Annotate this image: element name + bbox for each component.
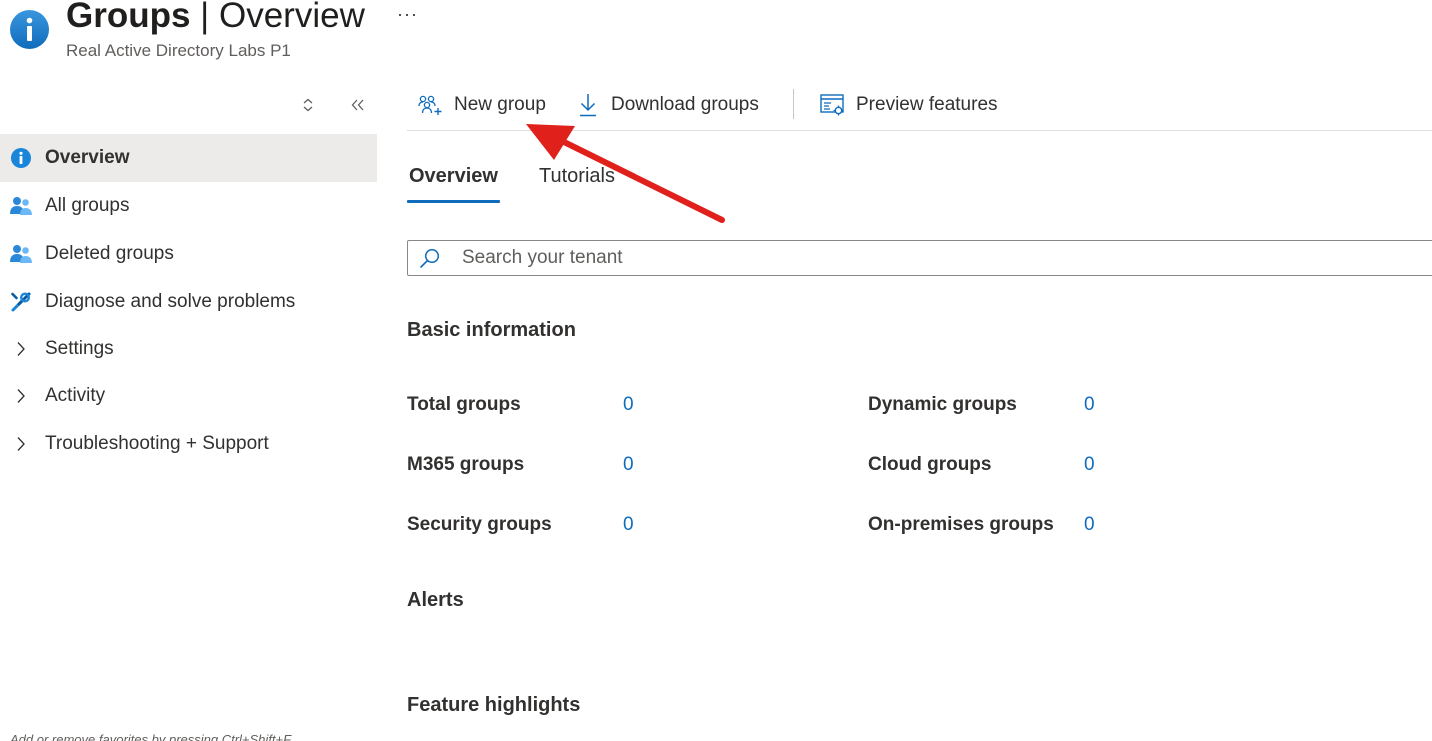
info-icon — [9, 146, 33, 170]
new-group-button[interactable]: New group — [418, 90, 546, 120]
on-premises-groups-label: On-premises groups — [868, 514, 1054, 535]
m365-groups-value[interactable]: 0 — [623, 454, 634, 476]
download-groups-label: Download groups — [611, 94, 759, 115]
more-options-button[interactable]: ··· — [397, 4, 418, 25]
groups-info-icon — [10, 10, 49, 49]
chevron-right-icon — [9, 337, 33, 361]
chevron-right-icon — [9, 384, 33, 408]
sidebar-item-label: Deleted groups — [45, 243, 174, 264]
sidebar-item-overview[interactable]: Overview — [0, 134, 377, 182]
download-icon — [575, 92, 601, 118]
search-icon — [418, 246, 442, 270]
wrench-icon — [9, 290, 33, 314]
alerts-heading: Alerts — [407, 589, 464, 611]
sidebar-item-label: All groups — [45, 195, 130, 216]
command-bar: New group Download groups Preview featur… — [407, 80, 1432, 131]
cloud-groups-value[interactable]: 0 — [1084, 454, 1095, 476]
dynamic-groups-value[interactable]: 0 — [1084, 394, 1095, 416]
download-groups-button[interactable]: Download groups — [575, 90, 759, 120]
collapse-sidebar-icon[interactable] — [346, 93, 370, 117]
sidebar-item-all-groups[interactable]: All groups — [0, 182, 377, 230]
security-groups-value[interactable]: 0 — [623, 514, 634, 536]
sidebar-item-troubleshooting[interactable]: Troubleshooting + Support — [0, 420, 377, 468]
sort-icon[interactable] — [296, 93, 320, 117]
sidebar-nav: Overview All groups Deleted groups Diagn… — [0, 134, 377, 468]
new-group-icon — [418, 92, 444, 118]
group-icon — [9, 242, 33, 266]
sidebar-item-label: Troubleshooting + Support — [45, 433, 269, 454]
sidebar-item-settings[interactable]: Settings — [0, 325, 377, 372]
tab-tutorials[interactable]: Tutorials — [539, 160, 615, 203]
total-groups-label: Total groups — [407, 394, 521, 415]
search-input[interactable] — [462, 247, 1432, 269]
sidebar-item-label: Settings — [45, 337, 114, 359]
page-title: Groups | Overview — [66, 0, 365, 35]
favorites-hint: Add or remove favorites by pressing Ctrl… — [10, 732, 292, 741]
toolbar-divider — [793, 89, 794, 119]
sidebar-item-label: Diagnose and solve problems — [45, 290, 296, 312]
preview-features-button[interactable]: Preview features — [820, 90, 998, 120]
new-group-label: New group — [454, 94, 546, 115]
sidebar-item-activity[interactable]: Activity — [0, 372, 377, 420]
preview-features-icon — [820, 92, 846, 118]
search-box — [407, 240, 1432, 276]
m365-groups-label: M365 groups — [407, 454, 525, 475]
page-subtitle: Real Active Directory Labs P1 — [66, 41, 291, 60]
tab-overview[interactable]: Overview — [407, 160, 500, 203]
group-icon — [9, 194, 33, 218]
dynamic-groups-label: Dynamic groups — [868, 394, 1017, 415]
basic-information-heading: Basic information — [407, 319, 576, 341]
preview-features-label: Preview features — [856, 94, 998, 115]
sidebar-item-diagnose[interactable]: Diagnose and solve problems — [0, 278, 377, 325]
total-groups-value[interactable]: 0 — [623, 394, 634, 416]
chevron-right-icon — [9, 432, 33, 456]
on-premises-groups-value[interactable]: 0 — [1084, 514, 1095, 536]
security-groups-label: Security groups — [407, 514, 552, 535]
sidebar-item-deleted-groups[interactable]: Deleted groups — [0, 230, 377, 278]
cloud-groups-label: Cloud groups — [868, 454, 992, 475]
feature-highlights-heading: Feature highlights — [407, 694, 581, 716]
sidebar-item-label: Activity — [45, 385, 106, 406]
sidebar-item-label: Overview — [45, 147, 130, 168]
